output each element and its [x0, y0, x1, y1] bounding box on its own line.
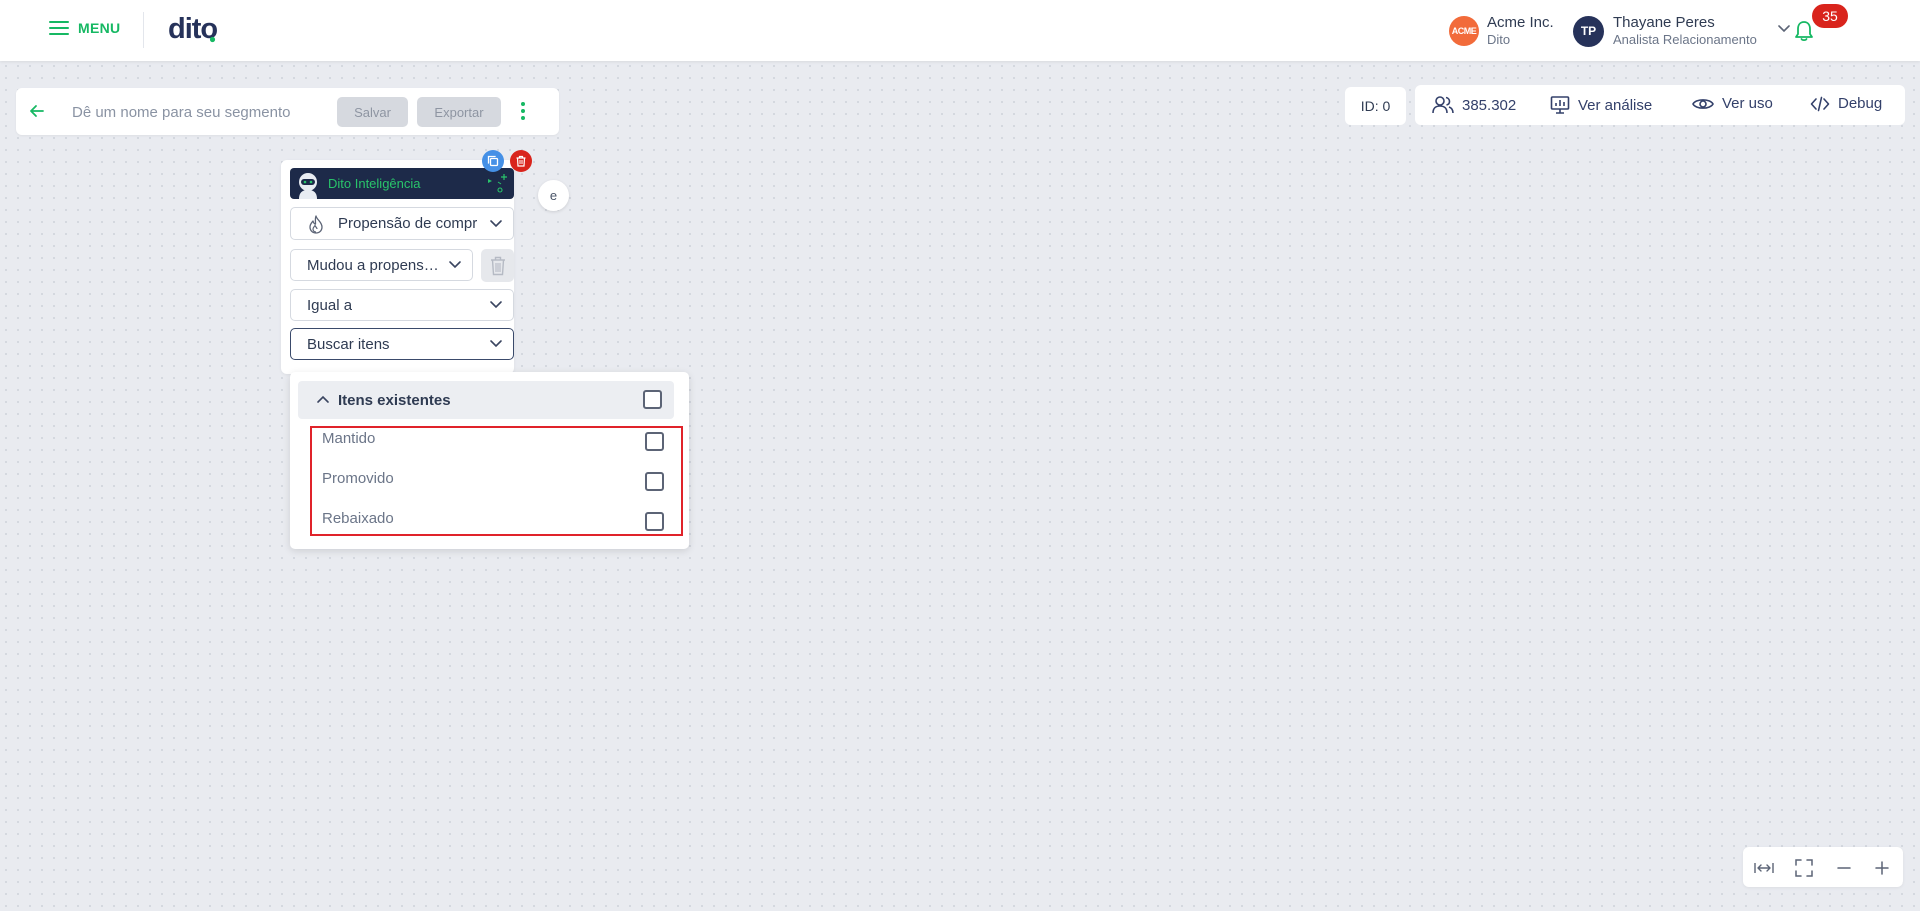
attribute-select-value: Mudou a propensão [307, 256, 440, 274]
fit-width-button[interactable] [1753, 857, 1775, 879]
more-options-icon[interactable] [520, 101, 526, 121]
dito-logo[interactable]: dito [168, 12, 226, 51]
chevron-down-icon [490, 340, 502, 348]
remove-condition-button[interactable] [481, 249, 514, 282]
bell-icon[interactable] [1794, 20, 1814, 42]
save-button[interactable]: Salvar [337, 97, 408, 127]
chevron-down-icon [449, 261, 461, 269]
node-title: Dito Inteligência [328, 176, 421, 191]
group-label: Itens existentes [338, 392, 451, 409]
menu-label: MENU [78, 20, 121, 36]
organization-switcher[interactable]: ACME Acme Inc. Dito [1449, 14, 1554, 48]
items-search-value: Buscar itens [307, 335, 390, 353]
minus-icon [1837, 867, 1851, 869]
trash-icon [490, 256, 505, 275]
operator-select[interactable]: Igual a [290, 289, 514, 321]
sparkle-icon [488, 174, 507, 193]
operator-select-value: Igual a [307, 296, 353, 314]
notification-badge: 35 [1812, 4, 1848, 28]
delete-node-button[interactable] [510, 150, 532, 172]
view-usage-label: Ver uso [1722, 95, 1773, 112]
org-subtitle: Dito [1487, 32, 1511, 47]
chevron-down-icon [490, 219, 502, 227]
select-all-checkbox[interactable] [643, 390, 662, 409]
users-icon [1432, 96, 1454, 114]
view-analysis-label: Ver análise [1578, 96, 1653, 114]
fullscreen-button[interactable] [1793, 857, 1815, 879]
attribute-select[interactable]: Mudou a propensão [290, 249, 473, 281]
users-count: 385.302 [1432, 95, 1516, 115]
avatar: TP [1573, 15, 1604, 47]
debug-label: Debug [1838, 95, 1883, 112]
highlight-box [310, 426, 683, 536]
code-icon [1810, 96, 1830, 111]
org-logo: ACME [1449, 16, 1479, 46]
hamburger-icon [49, 21, 69, 35]
debug-button[interactable]: Debug [1810, 95, 1882, 112]
view-analysis-button[interactable]: Ver análise [1550, 95, 1652, 115]
top-header: MENU dito ACME Acme Inc. Dito TP Thayane… [0, 0, 1920, 61]
segment-toolbar: Salvar Exportar [16, 88, 559, 135]
plus-icon [1875, 861, 1889, 875]
chevron-down-icon[interactable] [1777, 24, 1791, 34]
chevron-down-icon [490, 301, 502, 309]
user-role: Analista Relacionamento [1613, 32, 1757, 47]
event-select-value: Propensão de compra [338, 215, 477, 232]
robot-icon [299, 173, 317, 199]
user-menu[interactable]: TP Thayane Peres Analista Relacionamento [1573, 14, 1757, 48]
copy-icon [487, 155, 499, 167]
segment-name-input[interactable] [72, 98, 342, 126]
zoom-in-button[interactable] [1871, 857, 1893, 879]
node-banner: Dito Inteligência [290, 168, 514, 199]
menu-button[interactable]: MENU [49, 20, 120, 36]
group-header-existing-items[interactable]: Itens existentes [298, 381, 674, 419]
items-search-select[interactable]: Buscar itens [290, 328, 514, 360]
duplicate-node-button[interactable] [482, 150, 504, 172]
event-select[interactable]: Propensão de compra [290, 207, 514, 240]
trash-icon [516, 155, 526, 167]
header-divider [143, 12, 144, 48]
export-button[interactable]: Exportar [417, 97, 501, 127]
users-count-value: 385.302 [1462, 96, 1517, 114]
user-name: Thayane Peres [1613, 14, 1715, 31]
zoom-out-button[interactable] [1833, 857, 1855, 879]
flame-icon [309, 215, 323, 234]
and-connector[interactable]: e [538, 180, 569, 211]
zoom-controls [1743, 847, 1903, 887]
org-name: Acme Inc. [1487, 14, 1554, 31]
fit-width-icon [1754, 863, 1774, 873]
arrow-left-icon[interactable] [28, 102, 46, 120]
segment-id: ID: 0 [1345, 87, 1406, 125]
eye-icon [1692, 98, 1714, 109]
view-usage-button[interactable]: Ver uso [1692, 95, 1773, 112]
chevron-up-icon [317, 395, 329, 403]
fullscreen-icon [1795, 859, 1813, 877]
segment-stats-bar: 385.302 Ver análise Ver uso Debug [1415, 85, 1905, 125]
presentation-chart-icon [1550, 96, 1570, 114]
